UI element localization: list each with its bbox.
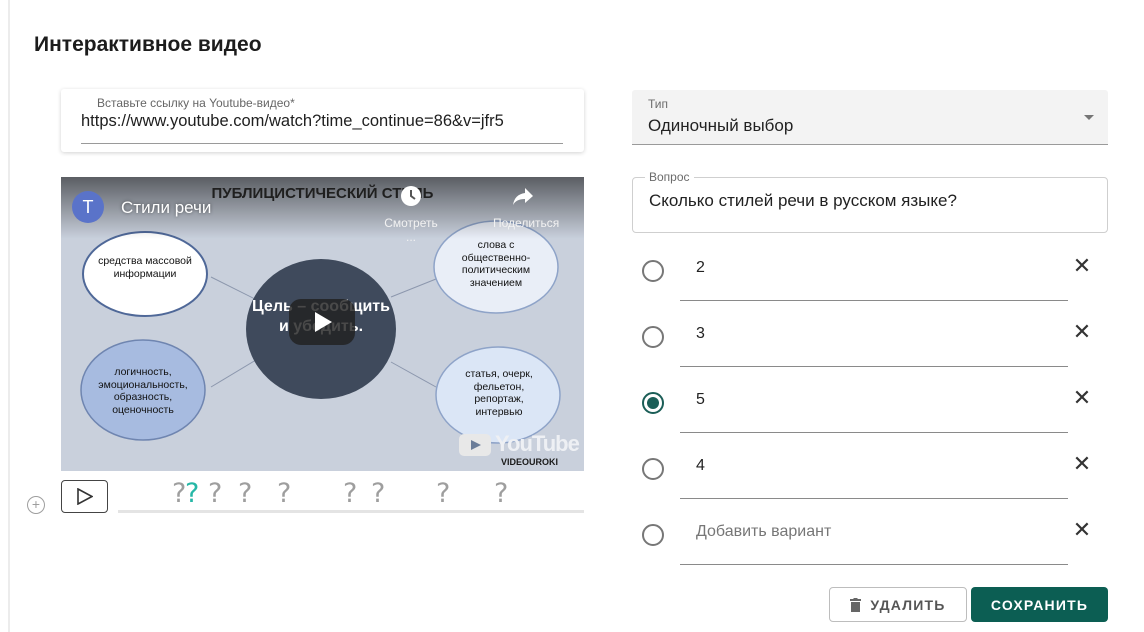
clock-icon	[381, 185, 441, 209]
timeline-marker[interactable]: ?	[343, 478, 357, 509]
option-text[interactable]: 5	[696, 391, 705, 409]
timeline-marker[interactable]: ?	[238, 478, 252, 509]
youtube-logo-text: YouTube	[495, 431, 580, 456]
option-radio[interactable]	[642, 326, 664, 348]
play-icon	[315, 312, 332, 332]
answer-option: 3 ✕	[632, 312, 1108, 368]
timeline-marker[interactable]: ?	[277, 478, 291, 509]
bubble-text-traits: логичность, эмоциональность, образность,…	[98, 366, 188, 416]
question-label: Вопрос	[645, 170, 694, 184]
timeline-marker[interactable]: ?	[371, 478, 385, 509]
answer-option: 5 ✕	[632, 378, 1108, 434]
option-underline	[680, 366, 1068, 367]
option-text[interactable]: 3	[696, 325, 705, 343]
share-label: Поделиться	[493, 216, 560, 230]
close-icon[interactable]: ✕	[1070, 321, 1094, 345]
share-button[interactable]: Поделиться	[493, 185, 560, 230]
bubble-text-media: средства массовой информации	[98, 255, 192, 280]
delete-button-label: УДАЛИТЬ	[870, 596, 946, 613]
play-icon	[77, 488, 93, 505]
youtube-url-card: Вставьте ссылку на Youtube-видео* https:…	[61, 89, 584, 152]
timeline-marker[interactable]: ?	[494, 478, 508, 509]
youtube-url-label: Вставьте ссылку на Youtube-видео*	[97, 96, 295, 110]
option-radio[interactable]	[642, 458, 664, 480]
option-underline	[680, 300, 1068, 301]
close-icon[interactable]: ✕	[1070, 519, 1094, 543]
close-icon[interactable]: ✕	[1070, 255, 1094, 279]
option-text[interactable]: 4	[696, 457, 705, 475]
youtube-logo[interactable]: YouTube	[459, 431, 580, 457]
watch-later-label: Смотреть ...	[384, 216, 438, 244]
timeline-marker-active[interactable]: ?	[185, 478, 199, 509]
question-type-value: Одиночный выбор	[648, 116, 794, 135]
option-underline	[680, 432, 1068, 433]
watch-later-button[interactable]: Смотреть ...	[381, 185, 441, 244]
add-option-input[interactable]: Добавить вариант	[696, 523, 831, 541]
option-radio[interactable]	[642, 260, 664, 282]
bubble-text-genres: статья, очерк, фельетон, репортаж, интер…	[465, 368, 533, 418]
close-icon[interactable]: ✕	[1070, 387, 1094, 411]
video-play-button[interactable]	[289, 299, 355, 345]
question-type-label: Тип	[648, 97, 669, 111]
channel-avatar[interactable]: Т	[72, 191, 104, 223]
add-option-row: Добавить вариант ✕	[632, 510, 1108, 566]
video-title[interactable]: Стили речи	[121, 198, 211, 218]
trash-icon	[850, 597, 862, 612]
video-player[interactable]: ПУБЛИЦИСТИЧЕСКИЙ СТИЛЬ Т Стили речи Смот…	[61, 177, 584, 471]
bubble-text-words: слова с общественно-политическим значени…	[461, 239, 531, 289]
option-underline	[680, 498, 1068, 499]
option-radio[interactable]	[642, 524, 664, 546]
youtube-url-input[interactable]: https://www.youtube.com/watch?time_conti…	[81, 112, 576, 131]
timeline-marker[interactable]: ?	[208, 478, 222, 509]
watermark: VIDEOUROKI	[501, 457, 559, 467]
answer-option: 2 ✕	[632, 246, 1108, 302]
add-marker-button[interactable]: +	[27, 496, 45, 514]
timeline-track[interactable]	[118, 510, 584, 513]
option-underline	[680, 564, 1068, 565]
question-type-select[interactable]: Тип Одиночный выбор	[632, 90, 1108, 145]
left-divider	[8, 0, 10, 632]
timeline-play-button[interactable]	[61, 480, 108, 513]
caret-down-icon[interactable]	[1084, 115, 1094, 120]
question-input[interactable]: Вопрос Сколько стилей речи в русском язы…	[632, 170, 1108, 233]
timeline-marker[interactable]: ?	[436, 478, 450, 509]
youtube-play-icon	[459, 434, 491, 456]
close-icon[interactable]: ✕	[1070, 453, 1094, 477]
answer-option: 4 ✕	[632, 444, 1108, 500]
delete-button[interactable]: УДАЛИТЬ	[829, 587, 967, 622]
page-title: Интерактивное видео	[34, 33, 262, 56]
question-text: Сколько стилей речи в русском языке?	[649, 191, 957, 210]
option-text[interactable]: 2	[696, 259, 705, 277]
option-radio-checked[interactable]	[642, 392, 664, 414]
youtube-url-underline	[81, 143, 563, 144]
share-icon	[493, 185, 553, 209]
save-button[interactable]: СОХРАНИТЬ	[971, 587, 1108, 622]
plus-circle-icon: +	[31, 496, 41, 512]
